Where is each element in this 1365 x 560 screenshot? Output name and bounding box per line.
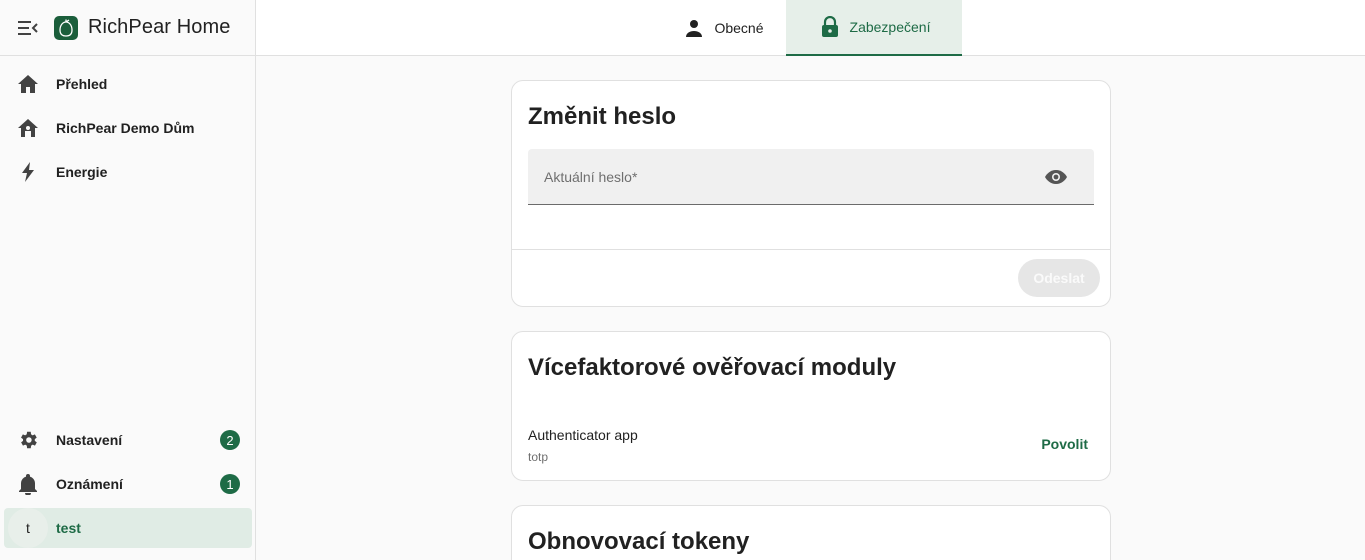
tab-label: Obecné xyxy=(714,20,764,36)
refresh-tokens-card: Obnovovací tokeny xyxy=(511,505,1111,560)
sidebar-item-overview[interactable]: Přehled xyxy=(4,64,252,104)
user-name: test xyxy=(56,520,81,536)
sidebar-item-energy[interactable]: Energie xyxy=(4,152,252,192)
mfa-module-id: totp xyxy=(528,450,549,464)
notification-badge: 2 xyxy=(220,430,240,450)
mfa-module-name: Authenticator app xyxy=(528,427,638,443)
sidebar-item-settings[interactable]: Nastavení 2 xyxy=(4,420,252,460)
bell-icon xyxy=(16,472,40,496)
sidebar-header: RichPear Home xyxy=(0,0,255,56)
current-password-field[interactable]: Aktuální heslo* xyxy=(528,149,1094,205)
sidebar-item-label: Oznámení xyxy=(56,476,123,492)
card-title: Změnit heslo xyxy=(528,103,677,130)
eye-icon[interactable] xyxy=(1044,165,1068,189)
sidebar-item-user[interactable]: t test xyxy=(4,508,252,548)
avatar: t xyxy=(8,508,48,548)
lock-icon xyxy=(818,15,842,39)
sidebar-item-label: RichPear Demo Dům xyxy=(56,120,195,136)
change-password-card: Změnit heslo Aktuální heslo* Odeslat xyxy=(511,80,1111,307)
field-placeholder: Aktuální heslo* xyxy=(544,169,638,185)
tab-label: Zabezpečení xyxy=(849,19,931,35)
card-title: Obnovovací tokeny xyxy=(528,528,750,555)
menu-collapse-icon[interactable] xyxy=(16,16,40,40)
sidebar-item-label: Přehled xyxy=(56,76,108,92)
tab-bar: Obecné Zabezpečení xyxy=(256,0,1365,56)
home-group-icon xyxy=(16,116,40,140)
sidebar-item-label: Energie xyxy=(56,164,108,180)
sidebar-item-demo-home[interactable]: RichPear Demo Dům xyxy=(4,108,252,148)
mfa-card: Vícefaktorové ověřovací moduly Authentic… xyxy=(511,331,1111,481)
app-logo xyxy=(54,15,78,40)
gear-icon xyxy=(16,428,40,452)
account-icon xyxy=(682,16,706,40)
home-icon xyxy=(16,72,40,96)
tab-general[interactable]: Obecné xyxy=(660,0,786,56)
notification-badge: 1 xyxy=(220,474,240,494)
sidebar-item-label: Nastavení xyxy=(56,432,123,448)
enable-mfa-button[interactable]: Povolit xyxy=(1041,436,1088,452)
lightning-bolt-icon xyxy=(16,160,40,184)
submit-button[interactable]: Odeslat xyxy=(1018,259,1100,297)
app-title: RichPear Home xyxy=(88,16,231,38)
sidebar: RichPear Home Přehled RichPear Demo Dům … xyxy=(0,0,256,560)
card-title: Vícefaktorové ověřovací moduly xyxy=(528,354,897,381)
card-divider xyxy=(512,249,1110,250)
sidebar-item-notifications[interactable]: Oznámení 1 xyxy=(4,464,252,504)
tab-security[interactable]: Zabezpečení xyxy=(786,0,962,56)
